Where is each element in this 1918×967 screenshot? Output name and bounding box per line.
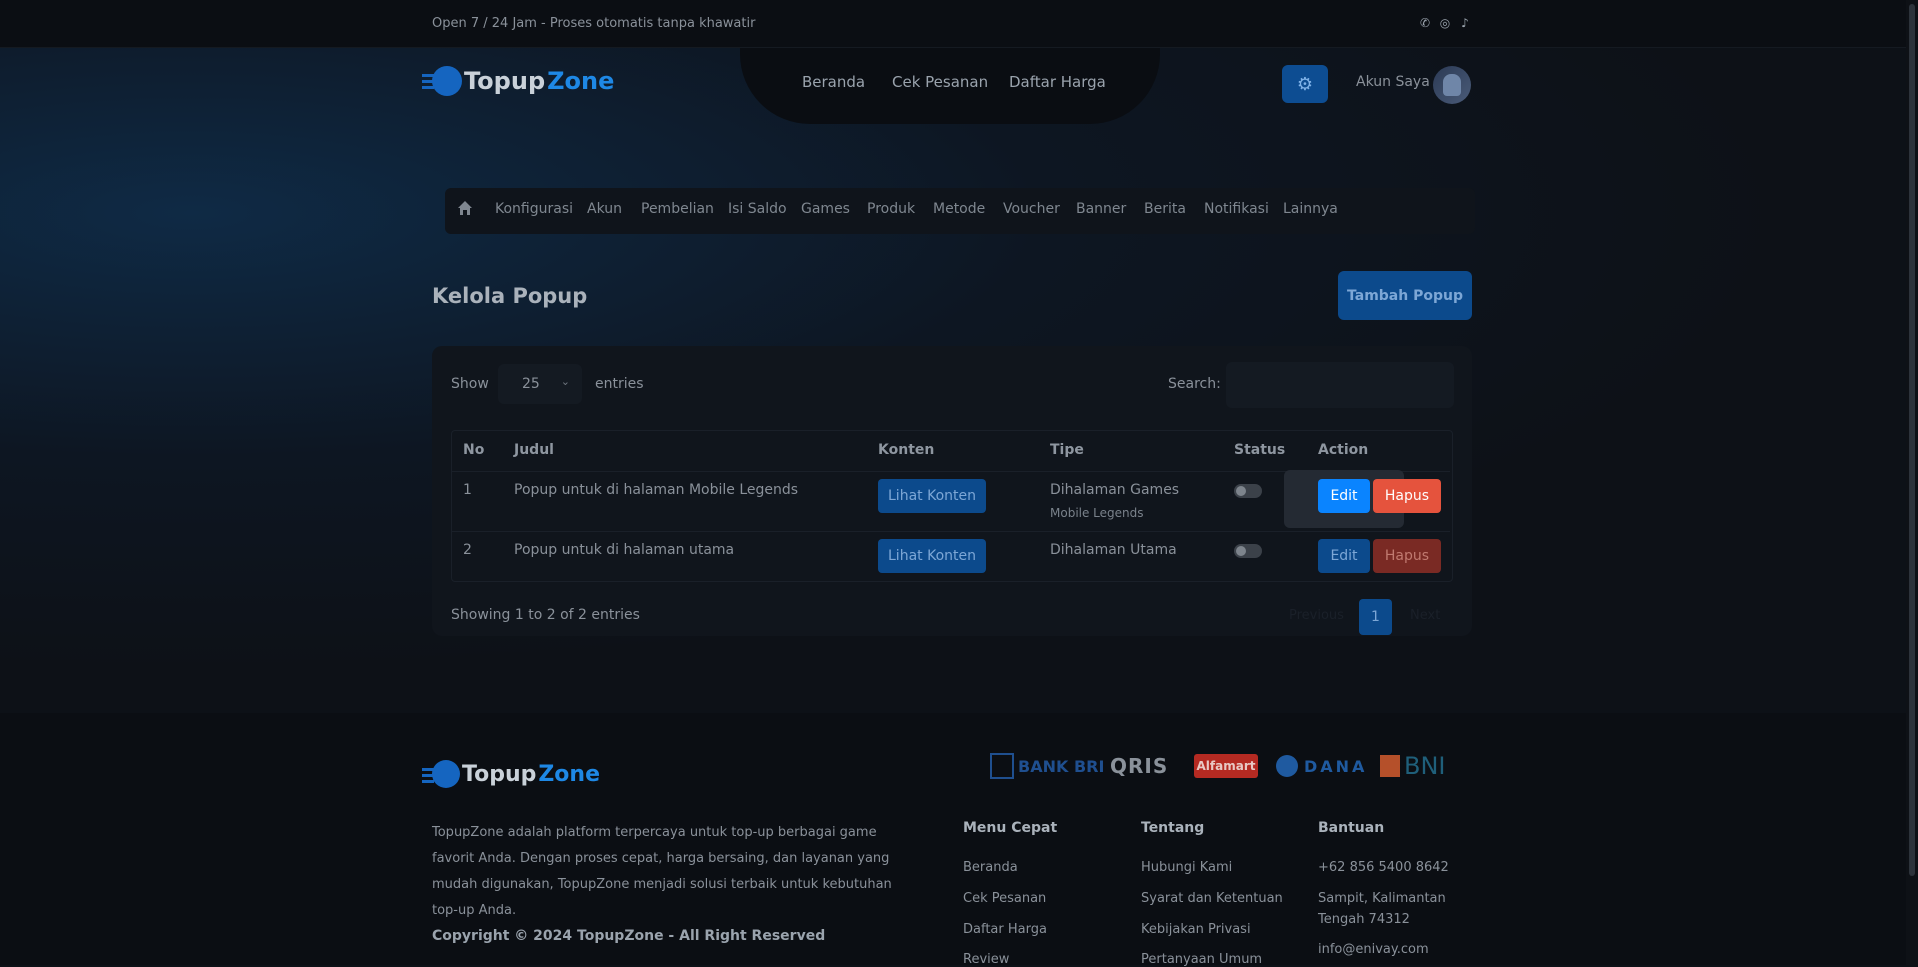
footer-logo[interactable]: Topup Zone: [422, 760, 601, 788]
bank-bri-logo: BANK BRI: [990, 753, 1104, 779]
pagination-next[interactable]: Next: [1410, 608, 1440, 623]
row2-status-toggle[interactable]: [1234, 544, 1262, 558]
footer-link-hubungi-kami[interactable]: Hubungi Kami: [1141, 860, 1232, 875]
row2-title: Popup untuk di halaman utama: [514, 542, 735, 558]
alfamart-logo: Alfamart: [1194, 754, 1258, 778]
whatsapp-icon[interactable]: ✆: [1418, 16, 1432, 30]
row1-type-sub: Mobile Legends: [1050, 506, 1144, 520]
subnav-banner[interactable]: Banner: [1076, 201, 1126, 217]
scrollbar[interactable]: [1906, 0, 1918, 965]
row2-edit-button[interactable]: Edit: [1318, 539, 1370, 573]
header-konten[interactable]: Konten: [878, 442, 934, 458]
brand-logo[interactable]: Topup Zone: [422, 66, 615, 96]
footer-link-syarat[interactable]: Syarat dan Ketentuan: [1141, 891, 1283, 906]
search-input[interactable]: [1226, 362, 1454, 408]
scrollbar-thumb[interactable]: [1909, 4, 1915, 876]
top-info-bar: Open 7 / 24 Jam - Proses otomatis tanpa …: [0, 0, 1918, 48]
row2-view-content-button[interactable]: Lihat Konten: [878, 539, 986, 573]
logo-text-primary: Topup: [464, 67, 546, 95]
header-no[interactable]: No: [463, 442, 484, 458]
subnav-isi-saldo[interactable]: Isi Saldo: [728, 201, 787, 217]
home-icon[interactable]: [457, 200, 473, 216]
subnav-pembelian[interactable]: Pembelian: [641, 201, 714, 217]
subnav-berita[interactable]: Berita: [1144, 201, 1186, 217]
page-title: Kelola Popup: [432, 284, 588, 308]
chevron-down-icon: ⌄: [560, 375, 570, 388]
tiktok-icon[interactable]: ♪: [1458, 16, 1472, 30]
subnav-metode[interactable]: Metode: [933, 201, 985, 217]
settings-button[interactable]: ⚙: [1282, 65, 1328, 103]
show-label: Show: [451, 376, 489, 392]
subnav-voucher[interactable]: Voucher: [1003, 201, 1060, 217]
footer-about-title: Tentang: [1141, 820, 1205, 836]
row1-status-toggle[interactable]: [1234, 484, 1262, 498]
row1-edit-button[interactable]: Edit: [1318, 479, 1370, 513]
footer-help-title: Bantuan: [1318, 820, 1385, 836]
instagram-icon[interactable]: ◎: [1438, 16, 1452, 30]
footer-email[interactable]: info@enivay.com: [1318, 942, 1429, 957]
nav-daftar-harga[interactable]: Daftar Harga: [1009, 73, 1106, 91]
logo-text-accent: Zone: [547, 67, 615, 95]
social-links: ✆ ◎ ♪: [1418, 16, 1472, 30]
nav-cek-pesanan[interactable]: Cek Pesanan: [892, 73, 988, 91]
row1-type: Dihalaman Games: [1050, 482, 1180, 498]
footer-address-line2: Tengah 74312: [1318, 912, 1410, 927]
entries-value: 25: [522, 376, 540, 392]
gear-icon: ⚙: [1296, 73, 1314, 95]
footer-link-daftar-harga[interactable]: Daftar Harga: [963, 922, 1047, 937]
header-action[interactable]: Action: [1318, 442, 1368, 458]
footer-link-beranda[interactable]: Beranda: [963, 860, 1018, 875]
logo-mark-icon: [422, 760, 460, 788]
entries-label: entries: [595, 376, 644, 392]
footer-description: TopupZone adalah platform terpercaya unt…: [432, 825, 892, 918]
subnav-akun[interactable]: Akun: [587, 201, 622, 217]
row1-no: 1: [463, 482, 472, 498]
row2-delete-button[interactable]: Hapus: [1373, 539, 1441, 573]
avatar[interactable]: [1433, 66, 1471, 104]
header-judul[interactable]: Judul: [514, 442, 554, 458]
nav-beranda[interactable]: Beranda: [802, 73, 865, 91]
subnav-produk[interactable]: Produk: [867, 201, 915, 217]
footer-phone[interactable]: +62 856 5400 8642: [1318, 860, 1449, 875]
logo-mark-icon: [422, 66, 462, 96]
subnav-notifikasi[interactable]: Notifikasi: [1204, 201, 1269, 217]
search-label: Search:: [1168, 376, 1221, 392]
subnav-lainnya[interactable]: Lainnya: [1283, 201, 1338, 217]
topbar-message: Open 7 / 24 Jam - Proses otomatis tanpa …: [432, 16, 756, 31]
header-status[interactable]: Status: [1234, 442, 1285, 458]
row2-no: 2: [463, 542, 472, 558]
header-tipe[interactable]: Tipe: [1050, 442, 1084, 458]
bni-logo: BNI: [1380, 752, 1446, 780]
qris-logo: QRIS: [1110, 754, 1169, 778]
add-popup-button[interactable]: Tambah Popup: [1338, 271, 1472, 320]
table-divider: [452, 531, 1450, 532]
footer-copyright: Copyright © 2024 TopupZone - All Right R…: [432, 928, 826, 944]
pagination-page-1[interactable]: 1: [1359, 599, 1392, 635]
subnav-games[interactable]: Games: [801, 201, 850, 217]
row1-delete-button[interactable]: Hapus: [1373, 479, 1441, 513]
subnav-konfigurasi[interactable]: Konfigurasi: [495, 201, 573, 217]
dana-logo: DANA: [1276, 754, 1367, 778]
footer-link-cek-pesanan[interactable]: Cek Pesanan: [963, 891, 1046, 906]
entries-select[interactable]: 25 ⌄: [498, 364, 582, 404]
row1-title: Popup untuk di halaman Mobile Legends: [514, 482, 799, 498]
entries-summary: Showing 1 to 2 of 2 entries: [451, 607, 640, 623]
row2-type: Dihalaman Utama: [1050, 542, 1177, 558]
row1-view-content-button[interactable]: Lihat Konten: [878, 479, 986, 513]
admin-subnav: Konfigurasi Akun Pembelian Isi Saldo Gam…: [445, 188, 1475, 234]
logo-text-accent: Zone: [538, 761, 601, 787]
footer-quick-menu-title: Menu Cepat: [963, 820, 1058, 836]
footer: [0, 713, 1918, 965]
footer-address-line1: Sampit, Kalimantan: [1318, 891, 1446, 906]
logo-text-primary: Topup: [462, 761, 537, 787]
footer-link-kebijakan[interactable]: Kebijakan Privasi: [1141, 922, 1251, 937]
pagination-previous[interactable]: Previous: [1289, 608, 1344, 623]
account-label[interactable]: Akun Saya: [1356, 74, 1430, 90]
